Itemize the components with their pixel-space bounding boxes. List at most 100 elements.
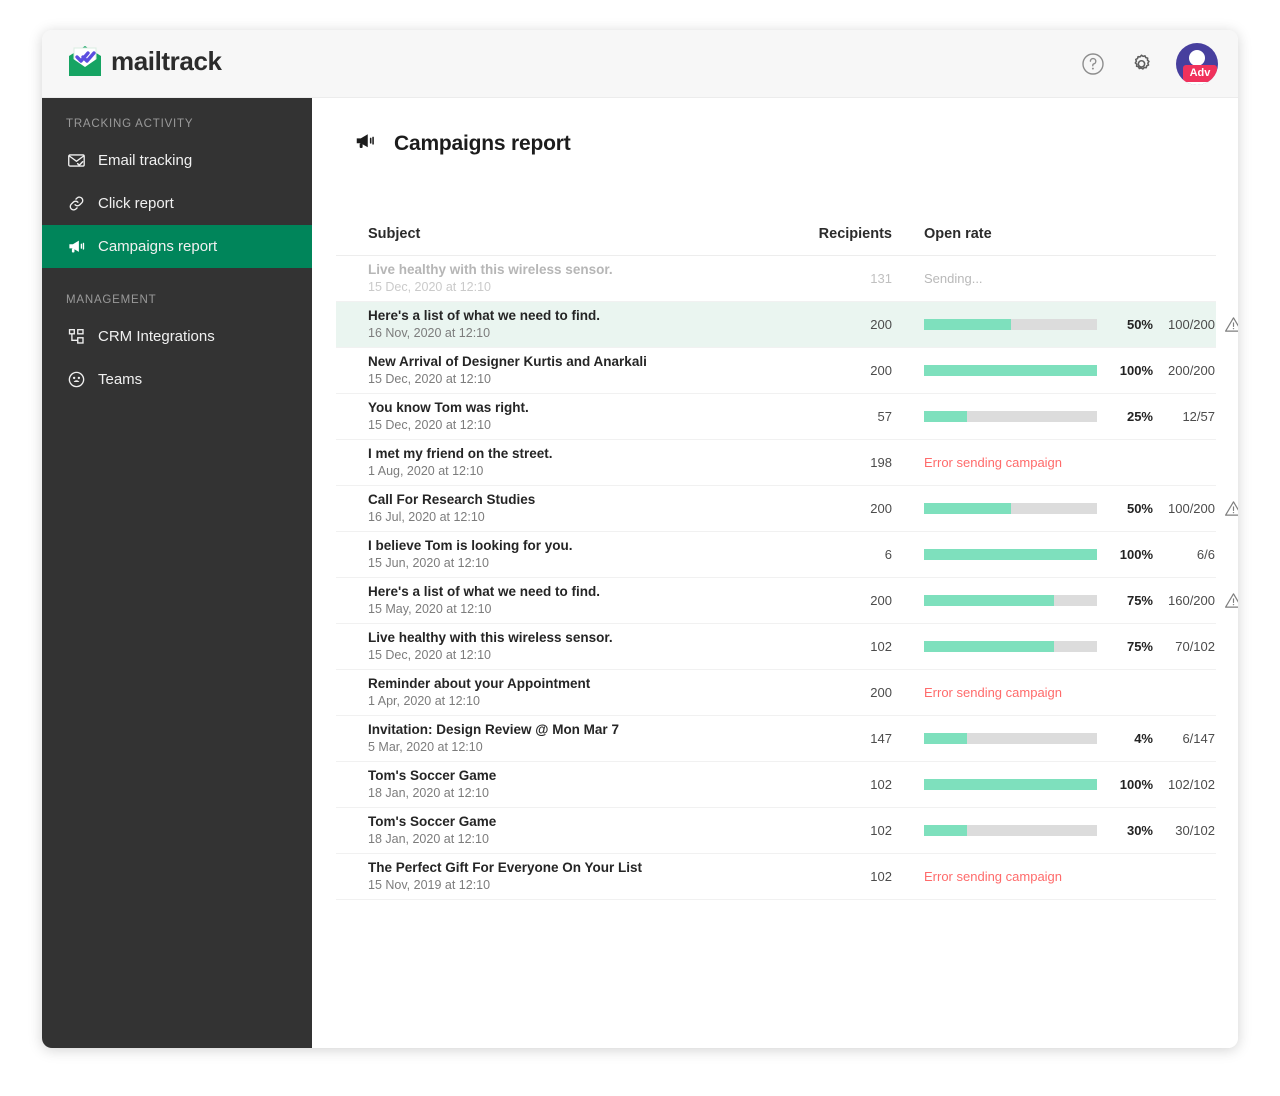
table-row[interactable]: You know Tom was right. 15 Dec, 2020 at 1… xyxy=(336,394,1216,440)
cell-subject: Invitation: Design Review @ Mon Mar 7 5 M… xyxy=(336,721,762,756)
cell-recipients: 102 xyxy=(870,639,892,654)
campaign-warning-button[interactable] xyxy=(1215,591,1238,610)
campaign-subject: Here's a list of what we need to find. xyxy=(368,308,600,323)
sidebar-item-click-report[interactable]: Click report xyxy=(42,182,312,225)
campaign-date: 15 Dec, 2020 at 12:10 xyxy=(368,648,492,662)
cell-subject: Here's a list of what we need to find. 16… xyxy=(336,307,762,342)
open-rate-bar-track xyxy=(924,365,1097,376)
table-row[interactable]: New Arrival of Designer Kurtis and Anark… xyxy=(336,348,1216,394)
cell-open-rate: 100% 6/6 xyxy=(892,545,1216,564)
table-row[interactable]: Call For Research Studies 16 Jul, 2020 at… xyxy=(336,486,1238,532)
campaign-date: 5 Mar, 2020 at 12:10 xyxy=(368,740,483,754)
avatar-head xyxy=(1189,50,1205,66)
table-row[interactable]: Reminder about your Appointment 1 Apr, 20… xyxy=(336,670,1216,716)
settings-button[interactable] xyxy=(1128,51,1154,77)
cell-recipients: 198 xyxy=(870,455,892,470)
cell-subject: Tom's Soccer Game 18 Jan, 2020 at 12:10 xyxy=(336,767,762,802)
mailtrack-envelope-check-icon xyxy=(69,46,101,76)
help-button[interactable] xyxy=(1080,51,1106,77)
cell-recipients: 200 xyxy=(870,593,892,608)
campaign-date: 15 Nov, 2019 at 12:10 xyxy=(368,878,491,892)
table-body: Live healthy with this wireless sensor. 1… xyxy=(336,256,1238,900)
cell-recipients: 200 xyxy=(870,317,892,332)
open-rate-bar-track xyxy=(924,733,1097,744)
table-row[interactable]: Here's a list of what we need to find. 15… xyxy=(336,578,1238,624)
table-row[interactable]: Here's a list of what we need to find. 16… xyxy=(336,302,1238,348)
table-header-row: Subject Recipients Open rate xyxy=(336,213,1216,256)
cell-recipients: 200 xyxy=(870,685,892,700)
cell-open-rate: 50% 100/200 xyxy=(892,499,1238,518)
sidebar-item-crm-integrations[interactable]: CRM Integrations xyxy=(42,315,312,358)
sidebar-item-label: CRM Integrations xyxy=(98,328,215,345)
table-row[interactable]: Tom's Soccer Game 18 Jan, 2020 at 12:10 10… xyxy=(336,808,1216,854)
campaign-subject: Tom's Soccer Game xyxy=(368,814,497,829)
sitemap-icon xyxy=(66,327,86,347)
table-row[interactable]: The Perfect Gift For Everyone On Your Li… xyxy=(336,854,1216,900)
cell-subject: Here's a list of what we need to find. 15… xyxy=(336,583,762,618)
cell-subject: The Perfect Gift For Everyone On Your Li… xyxy=(336,859,762,894)
campaign-date: 16 Jul, 2020 at 12:10 xyxy=(368,510,485,524)
open-rate-fraction: 30/102 xyxy=(1175,823,1215,838)
cell-open-rate: Error sending campaign xyxy=(892,455,1216,470)
campaign-date: 18 Jan, 2020 at 12:10 xyxy=(368,832,489,846)
sidebar-item-campaigns-report[interactable]: Campaigns report xyxy=(42,225,312,268)
campaign-subject: You know Tom was right. xyxy=(368,400,529,415)
cell-subject: I met my friend on the street. 1 Aug, 202… xyxy=(336,445,762,480)
table-row[interactable]: I believe Tom is looking for you. 15 Jun,… xyxy=(336,532,1216,578)
campaign-date: 18 Jan, 2020 at 12:10 xyxy=(368,786,489,800)
cell-recipients: 102 xyxy=(870,869,892,884)
cell-open-rate: 75% 70/102 xyxy=(892,637,1216,656)
open-rate-fraction: 6/147 xyxy=(1182,731,1215,746)
open-rate-fraction: 70/102 xyxy=(1175,639,1215,654)
status-error: Error sending campaign xyxy=(924,455,1063,470)
cell-open-rate: 100% 102/102 xyxy=(892,775,1216,794)
cell-recipients: 131 xyxy=(870,271,892,286)
cell-open-rate: 25% 12/57 xyxy=(892,407,1216,426)
campaign-subject: I met my friend on the street. xyxy=(368,446,553,461)
open-rate-fraction: 100/200 xyxy=(1168,501,1215,516)
open-rate-percent: 50% xyxy=(1126,317,1153,332)
question-circle-icon xyxy=(1082,53,1104,75)
open-rate-bar-track xyxy=(924,825,1097,836)
cell-open-rate: 30% 30/102 xyxy=(892,821,1216,840)
page-header: Campaigns report xyxy=(354,130,571,157)
brand-logo[interactable]: mailtrack xyxy=(66,43,222,79)
people-icon xyxy=(66,370,86,390)
table-row[interactable]: Tom's Soccer Game 18 Jan, 2020 at 12:10 10… xyxy=(336,762,1216,808)
cell-subject: Tom's Soccer Game 18 Jan, 2020 at 12:10 xyxy=(336,813,762,848)
table-row[interactable]: Invitation: Design Review @ Mon Mar 7 5 M… xyxy=(336,716,1216,762)
sidebar-item-email-tracking[interactable]: Email tracking xyxy=(42,139,312,182)
open-rate-bar-track xyxy=(924,503,1097,514)
open-rate-percent: 30% xyxy=(1126,823,1153,838)
table-row[interactable]: I met my friend on the street. 1 Aug, 202… xyxy=(336,440,1216,486)
table-row[interactable]: Live healthy with this wireless sensor. 1… xyxy=(336,256,1216,302)
campaign-subject: Invitation: Design Review @ Mon Mar 7 xyxy=(368,722,619,737)
campaign-subject: Tom's Soccer Game xyxy=(368,768,497,783)
column-header-recipients: Recipients xyxy=(818,226,892,242)
sidebar-item-teams[interactable]: Teams xyxy=(42,358,312,401)
open-rate-bar-fill xyxy=(924,733,968,744)
brand-name: mailtrack xyxy=(111,45,222,76)
campaign-subject: Live healthy with this wireless sensor. xyxy=(368,630,613,645)
open-rate-percent: 4% xyxy=(1134,731,1153,746)
avatar[interactable]: Adv xyxy=(1176,43,1218,85)
campaign-warning-button[interactable] xyxy=(1215,315,1238,334)
campaign-subject: The Perfect Gift For Everyone On Your Li… xyxy=(368,860,643,875)
app-window: mailtrack Adv TRACKING ACTIVITY Email tr… xyxy=(42,30,1238,1048)
cell-open-rate: 50% 100/200 xyxy=(892,315,1238,334)
status-sending: Sending... xyxy=(924,271,983,286)
megaphone-icon xyxy=(66,237,86,257)
cell-subject: Live healthy with this wireless sensor. 1… xyxy=(336,261,762,296)
open-rate-percent: 100% xyxy=(1119,777,1153,792)
table-row[interactable]: Live healthy with this wireless sensor. 1… xyxy=(336,624,1216,670)
campaign-warning-button[interactable] xyxy=(1215,499,1238,518)
warning-triangle-icon xyxy=(1224,593,1238,608)
page-title: Campaigns report xyxy=(394,131,571,155)
campaign-date: 1 Apr, 2020 at 12:10 xyxy=(368,694,480,708)
campaign-subject: Live healthy with this wireless sensor. xyxy=(368,262,613,277)
open-rate-percent: 25% xyxy=(1126,409,1153,424)
top-bar-actions: Adv xyxy=(1080,30,1218,98)
open-rate-bar-track xyxy=(924,411,1097,422)
avatar-badge: Adv xyxy=(1183,65,1217,82)
open-rate-percent: 75% xyxy=(1126,593,1153,608)
